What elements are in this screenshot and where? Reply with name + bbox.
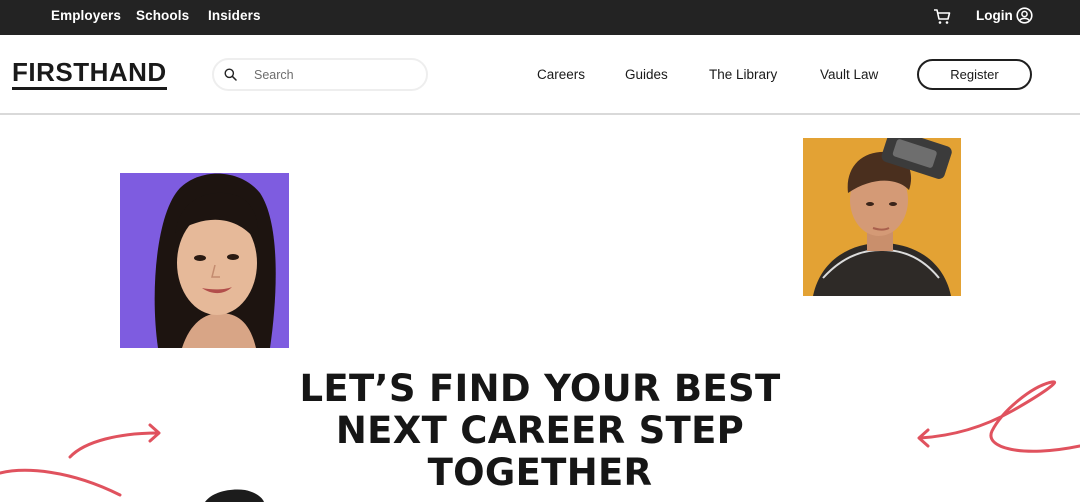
user-circle-icon[interactable] xyxy=(1016,7,1033,24)
hero-portrait-man-vr xyxy=(803,138,961,296)
topbar-link-employers[interactable]: Employers xyxy=(51,8,121,23)
decorative-swirl-left xyxy=(0,423,161,497)
search-icon xyxy=(224,68,237,81)
woman-portrait-illustration xyxy=(154,173,276,348)
login-link[interactable]: Login xyxy=(976,8,1013,23)
man-vr-illustration xyxy=(813,138,952,296)
decorative-swirl-right xyxy=(917,380,1080,453)
search-box[interactable] xyxy=(212,58,428,91)
main-header: FIRSTHAND Careers Guides The Library Vau… xyxy=(0,35,1080,115)
hero-portrait-woman xyxy=(120,173,289,348)
cart-icon[interactable] xyxy=(933,8,951,26)
register-button[interactable]: Register xyxy=(917,59,1032,90)
headline-line-2: NEXT CAREER STEP xyxy=(335,409,745,452)
hero-headline: LET’S FIND YOUR BEST NEXT CAREER STEP TO… xyxy=(190,368,890,494)
nav-vault-law[interactable]: Vault Law xyxy=(820,67,878,82)
nav-careers[interactable]: Careers xyxy=(537,67,585,82)
topbar-link-schools[interactable]: Schools xyxy=(136,8,189,23)
nav-the-library[interactable]: The Library xyxy=(709,67,777,82)
search-input[interactable] xyxy=(254,65,414,85)
top-utility-bar: Employers Schools Insiders Login xyxy=(0,0,1080,35)
headline-line-3: TOGETHER xyxy=(427,451,653,494)
headline-line-1: LET’S FIND YOUR BEST xyxy=(299,367,781,410)
firsthand-logo[interactable]: FIRSTHAND xyxy=(12,59,167,90)
topbar-link-insiders[interactable]: Insiders xyxy=(208,8,261,23)
nav-guides[interactable]: Guides xyxy=(625,67,668,82)
